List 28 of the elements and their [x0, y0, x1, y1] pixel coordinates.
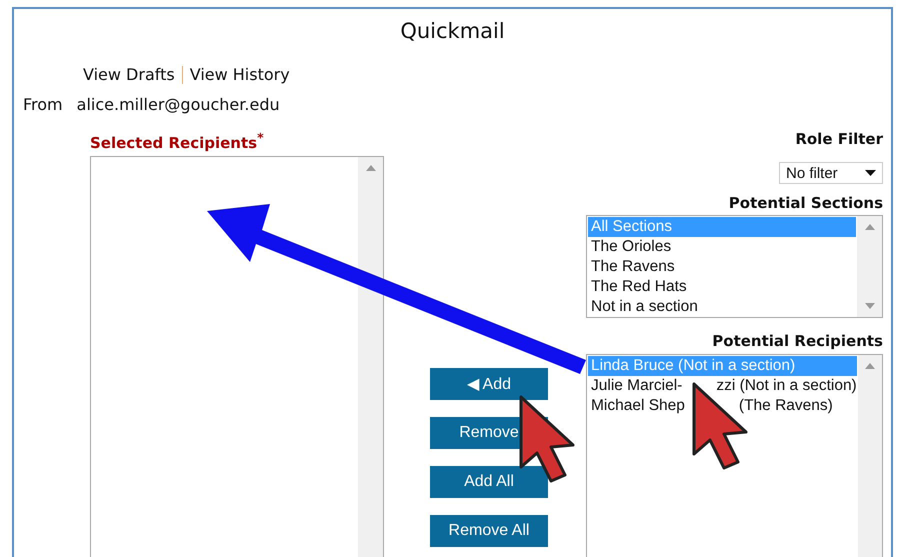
- scroll-up-icon[interactable]: [366, 165, 376, 171]
- scroll-up-icon[interactable]: [864, 224, 874, 230]
- pointer-cursor-icon: [520, 396, 574, 482]
- section-item[interactable]: The Red Hats: [588, 277, 856, 297]
- list-action-button[interactable]: Add All: [430, 466, 548, 498]
- scroll-down-icon[interactable]: [864, 303, 874, 309]
- potential-recipients-label: Potential Recipients: [712, 332, 883, 350]
- list-action-button[interactable]: ◀ Add: [430, 368, 548, 400]
- recipients-list[interactable]: Linda Bruce (Not in a section) Julie Marciel- zzi (Not in a section) Michael Shep (The Ravens): [586, 354, 883, 557]
- section-item[interactable]: The Ravens: [588, 257, 856, 277]
- role-filter-label: Role Filter: [795, 130, 883, 148]
- sections-list[interactable]: All Sections The Orioles The Ravens The Red Hats Not in a section: [586, 215, 883, 318]
- from-address: alice.miller@goucher.edu: [76, 95, 280, 114]
- section-item[interactable]: The Orioles: [588, 237, 856, 257]
- from-label: From: [23, 95, 63, 114]
- page-title: Quickmail: [400, 19, 505, 43]
- view-link[interactable]: View History: [190, 65, 290, 84]
- selected-recipients-list[interactable]: [90, 156, 384, 557]
- recipient-item[interactable]: Michael Shep (The Ravens): [588, 396, 857, 416]
- list-action-button[interactable]: Remove All: [430, 515, 548, 547]
- view-link[interactable]: View Drafts: [83, 65, 175, 84]
- scroll-up-icon[interactable]: [864, 363, 875, 369]
- dropdown-caret-icon: [865, 170, 876, 176]
- selected-recipients-label: Selected Recipients$^{*}$: [90, 130, 265, 154]
- role-filter-select[interactable]: No filter: [779, 162, 883, 184]
- section-item[interactable]: Not in a section: [588, 297, 856, 317]
- recipient-item[interactable]: Julie Marciel- zzi (Not in a section): [588, 376, 857, 396]
- potential-sections-label: Potential Sections: [728, 194, 883, 212]
